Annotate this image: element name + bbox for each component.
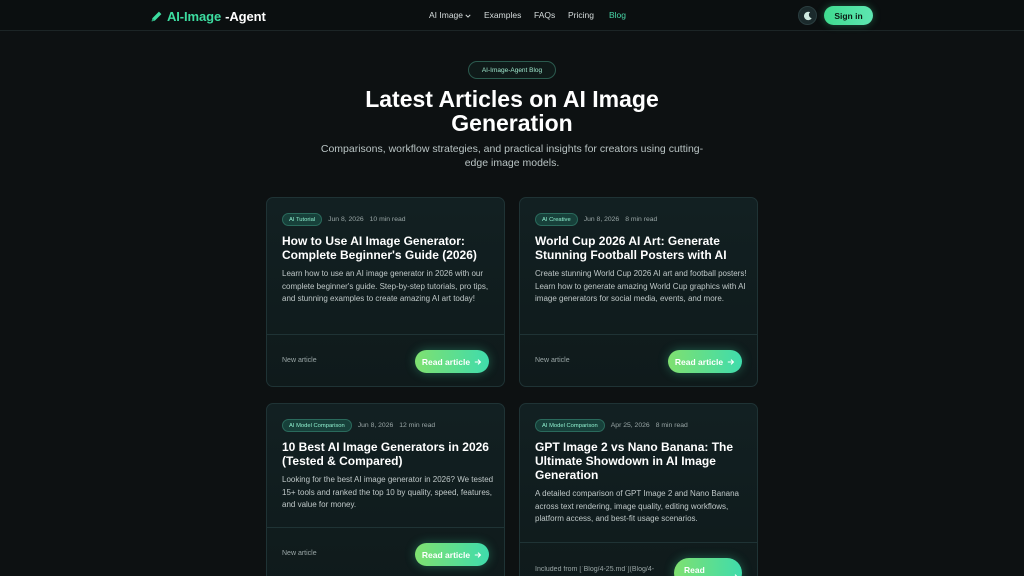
article-meta: AI Model Comparison Jun 8, 2026 12 min r… xyxy=(282,419,435,432)
article-status: Included from [`Blog/4-25.md`](Blog/4- xyxy=(535,566,655,573)
article-meta: AI Creative Jun 8, 2026 8 min read xyxy=(535,213,657,226)
category-badge: AI Model Comparison xyxy=(535,419,605,432)
article-meta: AI Model Comparison Apr 25, 2026 8 min r… xyxy=(535,419,688,432)
arrow-right-icon xyxy=(474,358,482,365)
nav-item-blog[interactable]: Blog xyxy=(609,10,626,20)
article-card[interactable]: AI Creative Jun 8, 2026 8 min read World… xyxy=(519,197,758,387)
arrow-right-icon xyxy=(474,551,482,558)
article-title[interactable]: How to Use AI Image Generator: Complete … xyxy=(282,234,494,262)
page-title: Latest Articles on AI Image Generation xyxy=(365,86,659,136)
article-status: New article xyxy=(535,357,570,364)
sign-in-button[interactable]: Sign in xyxy=(824,6,873,25)
article-date: Jun 8, 2026 xyxy=(357,422,394,429)
blog-pill-badge: AI-Image-Agent Blog xyxy=(468,61,556,79)
article-title[interactable]: 10 Best AI Image Generators in 2026 (Tes… xyxy=(282,440,494,468)
article-date: Jun 8, 2026 xyxy=(328,216,364,223)
card-footer: New article Read article xyxy=(520,334,757,386)
read-article-button[interactable]: Read article xyxy=(668,350,742,373)
article-description: Create stunning World Cup 2026 AI art an… xyxy=(535,269,747,304)
article-description: Learn how to use an AI image generator i… xyxy=(282,269,489,304)
article-read-time: 10 min read xyxy=(369,216,406,223)
read-article-button[interactable]: Read article xyxy=(415,543,489,566)
moon-icon xyxy=(803,11,812,20)
article-date: Jun 8, 2026 xyxy=(583,216,620,223)
nav-item-pricing[interactable]: Pricing xyxy=(568,10,594,20)
article-title[interactable]: GPT Image 2 vs Nano Banana: The Ultimate… xyxy=(535,440,747,482)
brand-logo[interactable]: AI-Image -Agent xyxy=(150,7,266,25)
nav-item-faqs[interactable]: FAQs xyxy=(534,10,555,20)
article-description: A detailed comparison of GPT Image 2 and… xyxy=(535,489,739,524)
article-read-time: 12 min read xyxy=(399,422,436,429)
article-read-time: 8 min read xyxy=(625,216,658,223)
article-date: Apr 25, 2026 xyxy=(610,422,650,429)
brand-name-rest: -Agent xyxy=(225,8,266,24)
nav-item-examples[interactable]: Examples xyxy=(484,10,521,20)
category-badge: AI Creative xyxy=(535,213,578,226)
read-article-button[interactable]: Read article xyxy=(415,350,489,373)
article-meta: AI Tutorial Jun 8, 2026 10 min read xyxy=(282,213,406,226)
article-title[interactable]: World Cup 2026 AI Art: Generate Stunning… xyxy=(535,234,747,262)
nav-item-ai-image[interactable]: AI Image xyxy=(429,10,471,20)
card-footer: Included from [`Blog/4-25.md`](Blog/4- R… xyxy=(520,542,757,576)
article-description: Looking for the best AI image generator … xyxy=(282,475,494,510)
category-badge: AI Tutorial xyxy=(282,213,323,226)
top-nav-bar: AI-Image -Agent AI Image Examples FAQs Pr… xyxy=(0,0,1024,31)
theme-toggle-button[interactable] xyxy=(798,6,817,25)
brand-name-accent: AI-Image xyxy=(167,8,222,24)
article-card[interactable]: AI Model Comparison Apr 25, 2026 8 min r… xyxy=(519,403,758,576)
article-card[interactable]: AI Model Comparison Jun 8, 2026 12 min r… xyxy=(266,403,505,576)
page-subtitle: Comparisons, workflow strategies, and pr… xyxy=(320,143,704,169)
card-footer: New article Read article xyxy=(267,334,504,386)
card-footer: New article Read article xyxy=(267,527,504,576)
chevron-down-icon xyxy=(465,14,471,18)
arrow-right-icon xyxy=(727,358,735,365)
article-read-time: 8 min read xyxy=(655,422,688,429)
pencil-icon xyxy=(151,11,162,21)
article-status: New article xyxy=(282,550,317,557)
category-badge: AI Model Comparison xyxy=(282,419,352,432)
article-status: New article xyxy=(282,357,317,364)
read-article-button[interactable]: Read xyxy=(674,558,742,576)
article-card[interactable]: AI Tutorial Jun 8, 2026 10 min read How … xyxy=(266,197,505,387)
